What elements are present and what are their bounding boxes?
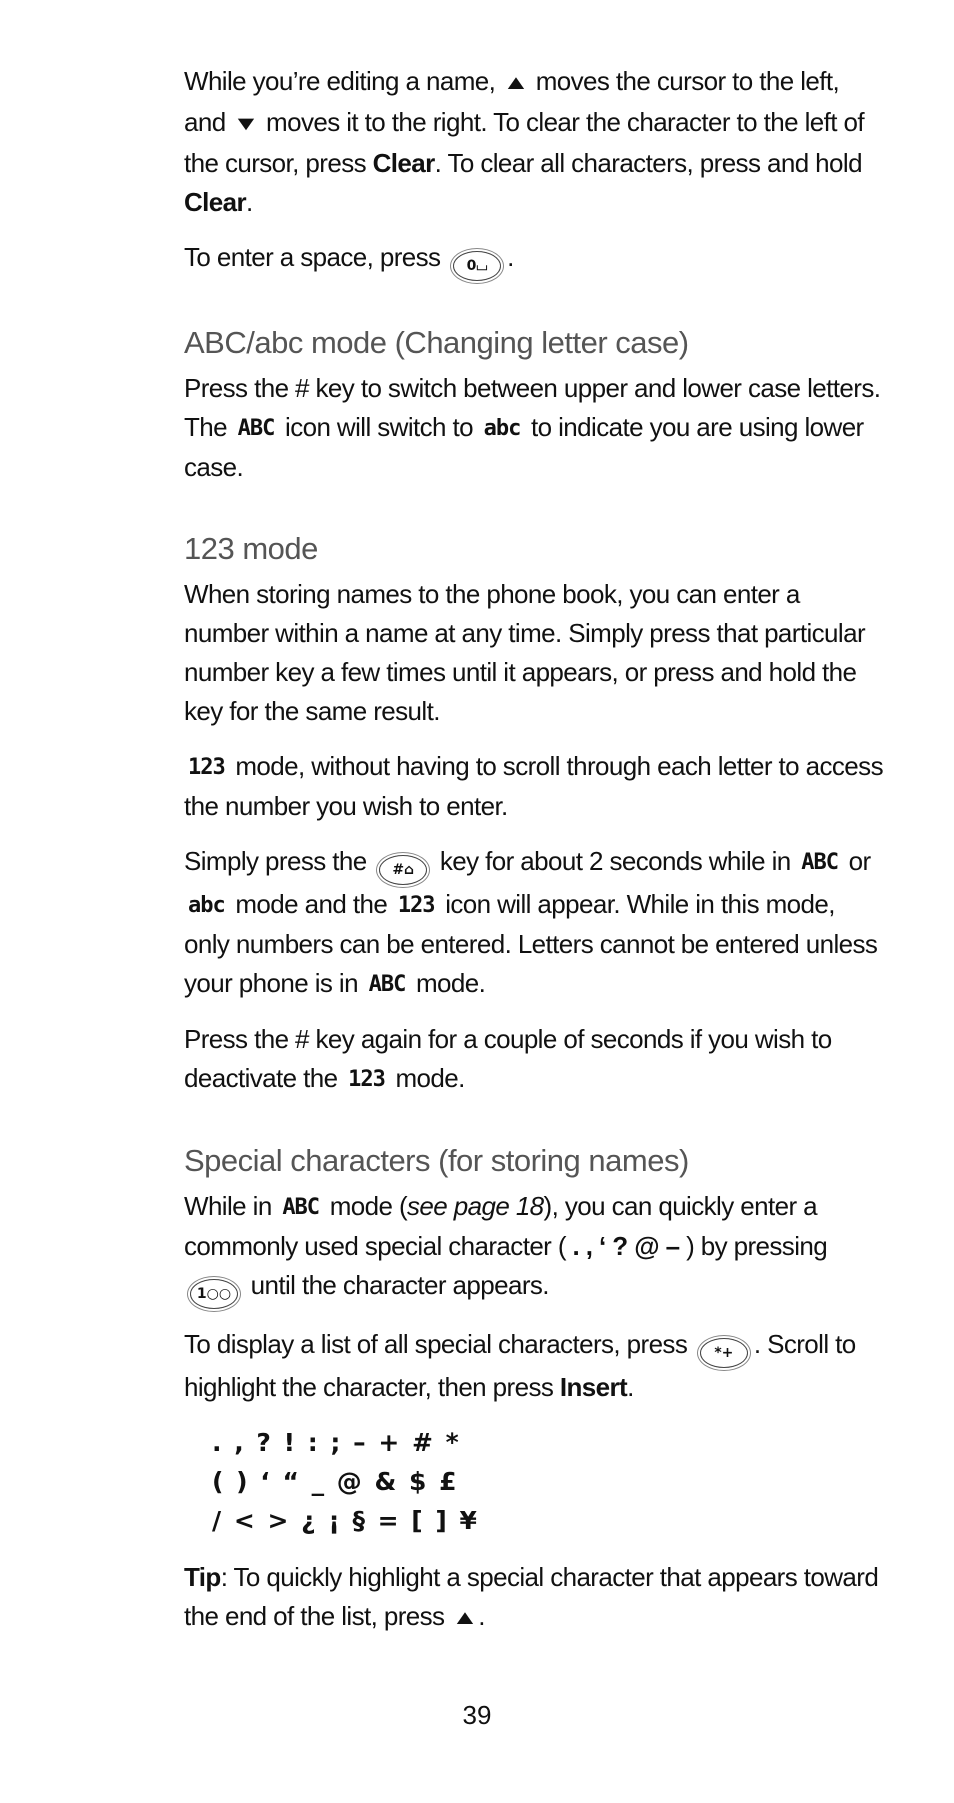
tip-paragraph: Tip: To quickly highlight a special char…: [184, 1558, 884, 1638]
abc-mode-heading: ABC/abc mode (Changing letter case): [184, 325, 689, 360]
space-paragraph: To enter a space, press 0⌴.: [184, 238, 884, 281]
star-key-icon: *+: [699, 1338, 748, 1368]
manual-page: While you’re editing a name, ▲ moves the…: [184, 62, 884, 1654]
char-row: / < > ¿ ¡ § = [ ] ¥: [212, 1506, 479, 1535]
num-mode-icon: 123: [397, 893, 436, 918]
abc-upper-icon: ABC: [282, 1195, 320, 1220]
zero-key-icon: 0⌴: [453, 251, 502, 281]
insert-key-label: Insert: [559, 1372, 628, 1402]
abc-lower-icon: abc: [188, 893, 226, 918]
abc-paragraph: Press the # key to switch between upper …: [184, 373, 881, 482]
special-characters-list: . , ? ! : ; – + # * ( ) ‘ “ _ @ & $ £ / …: [212, 1423, 884, 1540]
char-row: . , ? ! : ; – + # *: [212, 1428, 461, 1457]
editing-paragraph: While you’re editing a name, ▲ moves the…: [184, 66, 865, 217]
123-paragraph-4: Press the # key again for a couple of se…: [184, 1020, 884, 1099]
scroll-down-icon: ▼: [232, 113, 260, 135]
special-paragraph-1: While in ABC mode (see page 18), you can…: [184, 1187, 884, 1309]
tip-label: Tip: [184, 1562, 221, 1592]
abc-lower-icon: abc: [483, 416, 522, 441]
abc-upper-icon: ABC: [237, 416, 276, 441]
abc-upper-icon: ABC: [801, 850, 839, 875]
123-mode-heading: 123 mode: [184, 531, 318, 566]
123-paragraph-3: Simply press the #⌂ key for about 2 seco…: [184, 842, 884, 1004]
clear-key-label: Clear: [184, 187, 247, 217]
special-paragraph-2: To display a list of all special charact…: [184, 1329, 856, 1402]
one-key-icon: 1○○: [190, 1279, 238, 1309]
scroll-up-icon: ▲: [502, 72, 530, 94]
page-reference: see page 18: [407, 1191, 544, 1221]
123-paragraph-2: 123 mode, without having to scroll throu…: [184, 747, 884, 826]
hash-key-icon: #⌂: [379, 855, 428, 885]
scroll-up-icon: ▲: [451, 1607, 479, 1629]
page-number: 39: [462, 1700, 492, 1730]
num-mode-icon: 123: [188, 755, 226, 780]
abc-upper-icon: ABC: [368, 972, 407, 997]
clear-key-label: Clear: [372, 148, 436, 178]
num-mode-icon: 123: [348, 1067, 386, 1092]
char-row: ( ) ‘ “ _ @ & $ £: [212, 1467, 459, 1496]
123-paragraph-1: When storing names to the phone book, yo…: [184, 579, 866, 726]
special-characters-heading: Special characters (for storing names): [184, 1143, 689, 1178]
